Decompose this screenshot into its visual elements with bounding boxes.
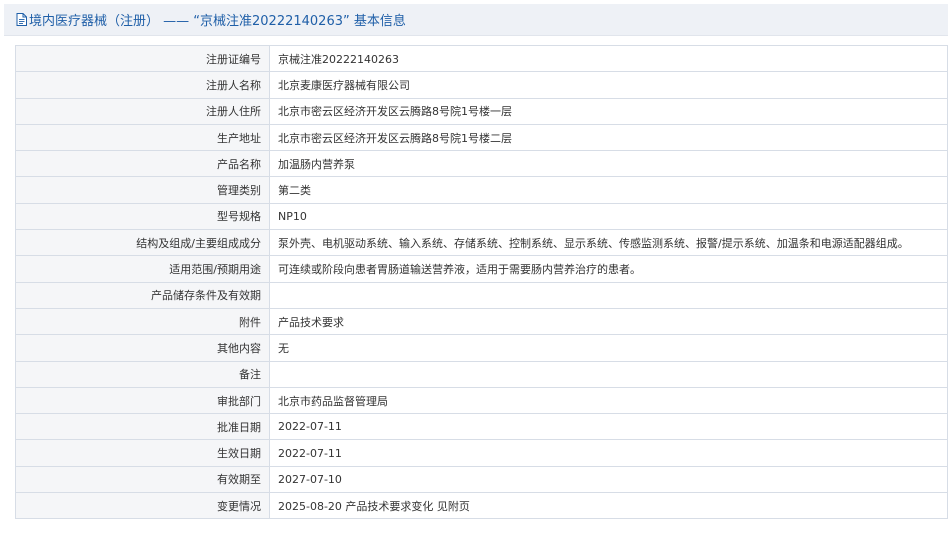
field-value: 2025-08-20 产品技术要求变化 见附页 bbox=[269, 492, 948, 520]
field-value: 产品技术要求 bbox=[269, 307, 948, 336]
field-label: 生效日期 bbox=[15, 439, 270, 467]
field-value: 可连续或阶段向患者胃肠道输送营养液，适用于需要肠内营养治疗的患者。 bbox=[269, 255, 948, 283]
field-label: 附件 bbox=[15, 307, 270, 336]
field-label: 变更情况 bbox=[15, 492, 270, 520]
field-label: 产品名称 bbox=[15, 150, 270, 178]
field-value: NP10 bbox=[269, 202, 948, 231]
table-row: 注册证编号 京械注准20222140263 bbox=[15, 44, 948, 73]
page-title-bar: 境内医疗器械（注册） —— “京械注准20222140263” 基本信息 bbox=[4, 4, 948, 36]
field-value: 2022-07-11 bbox=[269, 439, 948, 467]
table-row: 产品名称 加温肠内营养泵 bbox=[15, 150, 948, 178]
table-row: 附件 产品技术要求 bbox=[15, 307, 948, 336]
table-row: 生产地址 北京市密云区经济开发区云腾路8号院1号楼二层 bbox=[15, 123, 948, 152]
table-row: 产品储存条件及有效期 bbox=[15, 281, 948, 309]
field-label: 有效期至 bbox=[15, 465, 270, 494]
field-value: 加温肠内营养泵 bbox=[269, 150, 948, 178]
table-row: 批准日期 2022-07-11 bbox=[15, 413, 948, 441]
table-row: 其他内容无 bbox=[15, 334, 948, 362]
field-value: 京械注准20222140263 bbox=[269, 44, 948, 73]
field-value: 无 bbox=[269, 334, 948, 362]
table-row: 适用范围/预期用途 可连续或阶段向患者胃肠道输送营养液，适用于需要肠内营养治疗的患… bbox=[15, 255, 948, 283]
page: 境内医疗器械（注册） —— “京械注准20222140263” 基本信息 注册证… bbox=[0, 0, 948, 542]
field-label: 型号规格 bbox=[15, 202, 270, 231]
info-table: 注册证编号 京械注准20222140263 注册人名称 北京麦康医疗器械有限公司 注册人… bbox=[15, 44, 948, 520]
info-table-body: 注册证编号 京械注准20222140263 注册人名称 北京麦康医疗器械有限公司 注册人… bbox=[15, 44, 948, 520]
field-label: 注册人名称 bbox=[15, 71, 270, 99]
field-value: 泵外壳、电机驱动系统、输入系统、存储系统、控制系统、显示系统、传感监测系统、报警… bbox=[269, 229, 948, 257]
field-value: 北京市药品监督管理局 bbox=[269, 386, 948, 415]
field-label: 备注 bbox=[15, 360, 270, 388]
field-label: 管理类别 bbox=[15, 176, 270, 204]
table-row: 生效日期 2022-07-11 bbox=[15, 439, 948, 467]
field-value bbox=[269, 360, 948, 388]
field-label: 其他内容 bbox=[15, 334, 270, 362]
table-row: 注册人名称 北京麦康医疗器械有限公司 bbox=[15, 71, 948, 99]
field-value bbox=[269, 281, 948, 309]
table-row: 变更情况 2025-08-20 产品技术要求变化 见附页 bbox=[15, 492, 948, 520]
table-row: 备注 bbox=[15, 360, 948, 388]
field-label: 批准日期 bbox=[15, 413, 270, 441]
field-value: 2022-07-11 bbox=[269, 413, 948, 441]
field-label: 注册人住所 bbox=[15, 97, 270, 125]
field-label: 适用范围/预期用途 bbox=[15, 255, 270, 283]
document-icon bbox=[16, 13, 27, 26]
field-label: 产品储存条件及有效期 bbox=[15, 281, 270, 309]
table-row: 管理类别 第二类 bbox=[15, 176, 948, 204]
field-value: 北京麦康医疗器械有限公司 bbox=[269, 71, 948, 99]
field-value: 2027-07-10 bbox=[269, 465, 948, 494]
table-row: 型号规格 NP10 bbox=[15, 202, 948, 231]
field-label: 注册证编号 bbox=[15, 44, 270, 73]
field-value: 第二类 bbox=[269, 176, 948, 204]
table-row: 有效期至 2027-07-10 bbox=[15, 465, 948, 494]
field-label: 生产地址 bbox=[15, 123, 270, 152]
table-row: 注册人住所 北京市密云区经济开发区云腾路8号院1号楼一层 bbox=[15, 97, 948, 125]
table-row: 审批部门 北京市药品监督管理局 bbox=[15, 386, 948, 415]
field-value: 北京市密云区经济开发区云腾路8号院1号楼一层 bbox=[269, 97, 948, 125]
field-label: 结构及组成/主要组成成分 bbox=[15, 229, 270, 257]
page-title: 境内医疗器械（注册） —— “京械注准20222140263” 基本信息 bbox=[29, 14, 406, 29]
field-value: 北京市密云区经济开发区云腾路8号院1号楼二层 bbox=[269, 123, 948, 152]
field-label: 审批部门 bbox=[15, 386, 270, 415]
table-row: 结构及组成/主要组成成分 泵外壳、电机驱动系统、输入系统、存储系统、控制系统、显示… bbox=[15, 229, 948, 257]
